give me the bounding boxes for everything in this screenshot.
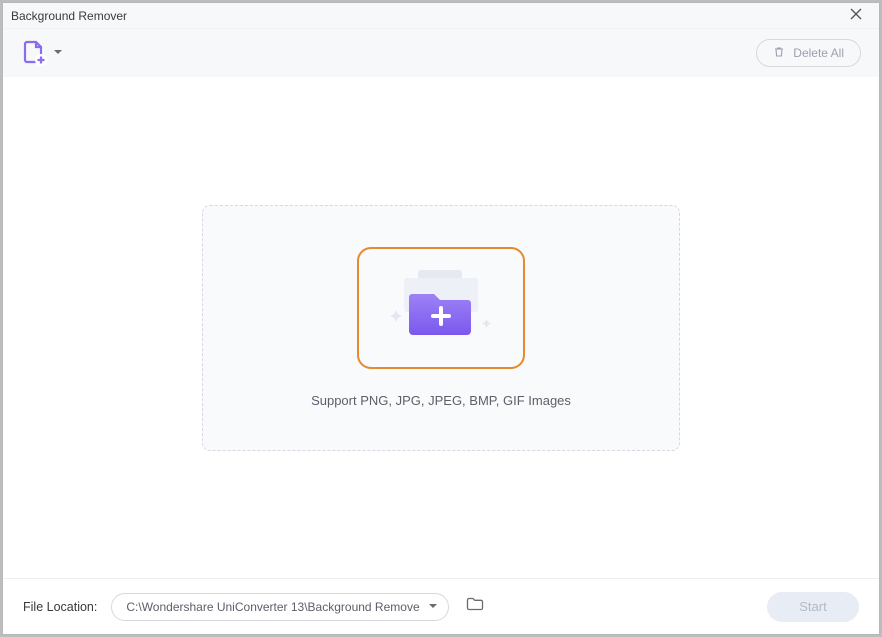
close-icon	[850, 7, 862, 25]
browse-folder-button[interactable]	[463, 597, 487, 617]
delete-all-button[interactable]: Delete All	[756, 39, 861, 67]
drop-zone[interactable]: Support PNG, JPG, JPEG, BMP, GIF Images	[202, 205, 680, 451]
start-button[interactable]: Start	[767, 592, 859, 622]
file-location-path: C:\Wondershare UniConverter 13\Backgroun…	[126, 600, 419, 614]
add-file-button[interactable]	[21, 40, 63, 66]
supported-formats-text: Support PNG, JPG, JPEG, BMP, GIF Images	[311, 393, 571, 408]
main-area: Support PNG, JPG, JPEG, BMP, GIF Images	[3, 77, 879, 578]
close-button[interactable]	[839, 4, 873, 28]
add-files-drop-button[interactable]	[357, 247, 525, 369]
start-button-label: Start	[799, 599, 826, 614]
folder-icon	[466, 597, 484, 616]
trash-icon	[773, 46, 785, 61]
chevron-down-icon	[53, 44, 63, 62]
file-location-select[interactable]: C:\Wondershare UniConverter 13\Backgroun…	[111, 593, 448, 621]
delete-all-label: Delete All	[793, 46, 844, 60]
folder-plus-icon	[382, 264, 500, 353]
app-window: Background Remover	[2, 2, 880, 635]
add-file-icon	[21, 40, 47, 66]
file-location-label: File Location:	[23, 600, 97, 614]
title-bar: Background Remover	[3, 3, 879, 29]
toolbar: Delete All	[3, 29, 879, 77]
chevron-down-icon	[428, 600, 438, 614]
footer: File Location: C:\Wondershare UniConvert…	[3, 578, 879, 634]
window-title: Background Remover	[11, 9, 127, 23]
